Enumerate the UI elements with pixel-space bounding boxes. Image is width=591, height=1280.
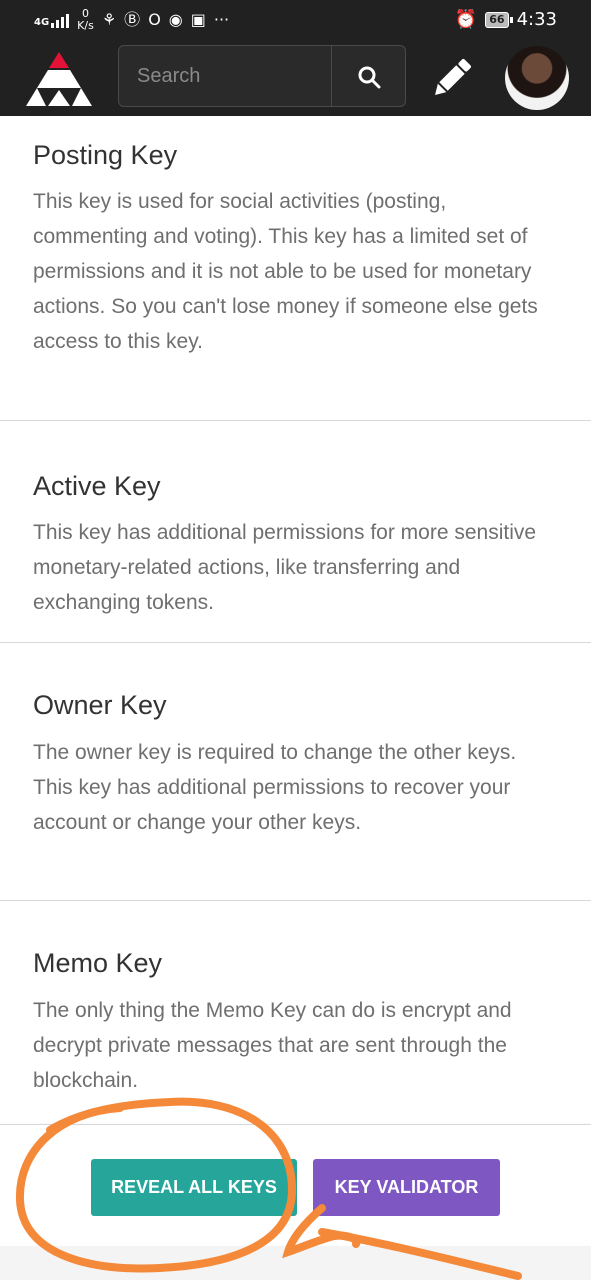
- speed-unit: K/s: [77, 19, 94, 32]
- network-type: 4G: [34, 17, 50, 28]
- key-validator-button[interactable]: KEY VALIDATOR: [313, 1159, 500, 1216]
- pencil-icon: [435, 59, 471, 95]
- posting-key-section: Posting Key This key is used for social …: [0, 116, 591, 421]
- status-bar: 4G 0 K/s ⚘ Ⓑ Ο ◉ ▣ ··· ⏰ 66 4:33: [0, 0, 591, 40]
- discord-icon: ◉: [168, 10, 183, 29]
- active-key-section: Active Key This key has additional permi…: [0, 421, 591, 643]
- search-button[interactable]: [331, 46, 405, 106]
- alarm-icon: ⏰: [454, 9, 478, 30]
- instagram-icon: ▣: [190, 10, 206, 29]
- avatar[interactable]: [505, 46, 569, 110]
- search-box[interactable]: Search: [118, 45, 406, 107]
- network-speed: 0 K/s: [77, 8, 94, 32]
- section-title: Posting Key: [33, 140, 178, 170]
- battery-icon: 66: [485, 11, 513, 28]
- b-circle-icon: Ⓑ: [124, 10, 141, 29]
- section-description: This key has additional permissions for …: [33, 521, 537, 614]
- owner-key-section: Owner Key The owner key is required to c…: [0, 643, 591, 901]
- status-left: 4G 0 K/s ⚘ Ⓑ Ο ◉ ▣ ···: [34, 8, 229, 32]
- section-description: The only thing the Memo Key can do is en…: [33, 999, 512, 1092]
- action-bar: REVEAL ALL KEYS KEY VALIDATOR: [0, 1124, 591, 1246]
- app-header: Search: [0, 40, 591, 116]
- search-input[interactable]: Search: [137, 65, 200, 88]
- section-title: Owner Key: [33, 690, 167, 720]
- logo-icon[interactable]: [24, 48, 94, 106]
- memo-key-section: Memo Key The only thing the Memo Key can…: [0, 901, 591, 1125]
- keys-content: Posting Key This key is used for social …: [0, 116, 591, 1125]
- opera-icon: Ο: [148, 10, 161, 29]
- status-right: ⏰ 66 4:33: [455, 9, 557, 30]
- section-description: The owner key is required to change the …: [33, 741, 517, 834]
- signal-bars-icon: [51, 12, 70, 28]
- reveal-all-keys-button[interactable]: REVEAL ALL KEYS: [91, 1159, 297, 1216]
- bottom-gap: [0, 1246, 591, 1280]
- clock: 4:33: [516, 9, 557, 30]
- section-title: Active Key: [33, 471, 161, 501]
- compose-button[interactable]: [428, 54, 476, 102]
- section-description: This key is used for social activities (…: [33, 190, 538, 353]
- more-notifications-icon: ···: [213, 10, 230, 29]
- section-title: Memo Key: [33, 948, 163, 978]
- signal-indicator: 4G: [34, 12, 70, 28]
- snapchat-icon: ⚘: [101, 10, 117, 29]
- search-icon: [358, 66, 381, 89]
